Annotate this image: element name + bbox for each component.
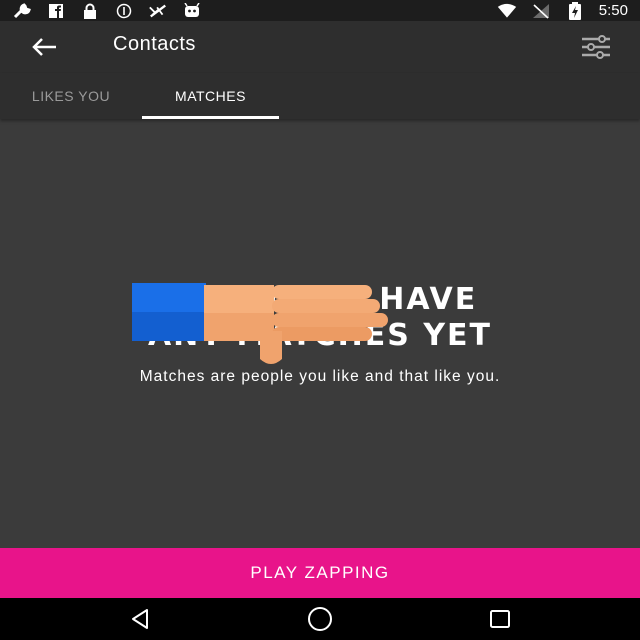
empty-subtext: Matches are people you like and that lik… — [139, 368, 501, 385]
system-nav-bar — [0, 598, 640, 640]
wrench-icon — [12, 2, 32, 19]
status-icons-left — [12, 2, 202, 19]
status-bar: 5:50 — [0, 0, 640, 21]
cellular-off-icon — [531, 3, 551, 19]
tab-likes-you[interactable]: LIKES YOU — [0, 73, 142, 119]
android-icon — [182, 2, 202, 19]
signal-off-icon — [148, 3, 168, 19]
tab-matches[interactable]: MATCHES — [142, 73, 279, 119]
status-icons-right: 5:50 — [497, 1, 628, 20]
page-title: Contacts — [113, 33, 196, 55]
filter-button[interactable] — [576, 31, 616, 63]
app-bar: Contacts — [0, 21, 640, 73]
tab-indicator — [142, 116, 279, 119]
wifi-icon — [497, 3, 517, 19]
nav-recents-button[interactable] — [478, 604, 522, 634]
facebook-icon — [46, 3, 66, 19]
recents-square-icon — [490, 610, 510, 628]
back-triangle-icon — [132, 609, 148, 629]
lock-icon — [80, 3, 100, 19]
arrow-left-icon — [32, 38, 56, 56]
back-button[interactable] — [26, 31, 62, 63]
status-time: 5:50 — [598, 2, 628, 19]
nav-home-button[interactable] — [298, 604, 342, 634]
nav-back-button[interactable] — [118, 604, 162, 634]
tab-bar: LIKES YOU MATCHES — [0, 73, 640, 119]
play-zapping-button[interactable]: PLAY ZAPPING — [0, 548, 640, 598]
sliders-icon — [582, 35, 610, 59]
info-icon — [114, 3, 134, 19]
home-circle-icon — [308, 607, 332, 631]
battery-charging-icon — [565, 1, 585, 20]
thumbs-down-icon — [132, 283, 388, 364]
